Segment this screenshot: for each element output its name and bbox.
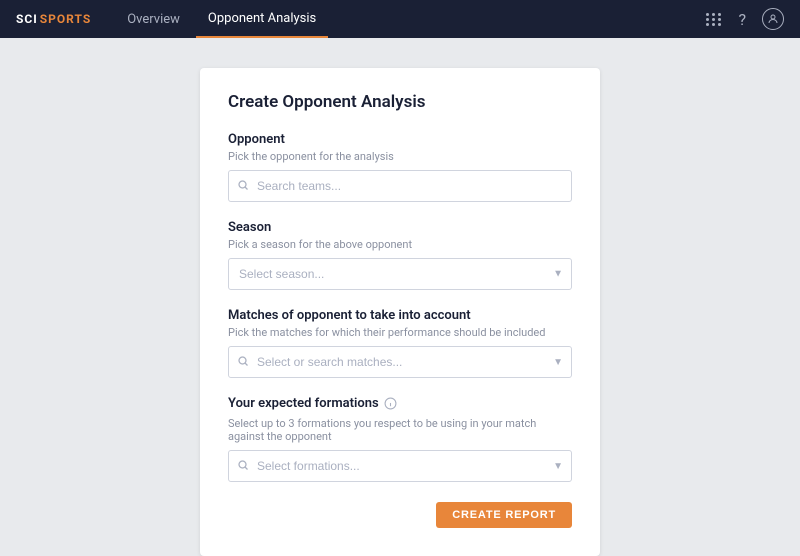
season-section: Season Pick a season for the above oppon… — [228, 220, 572, 290]
opponent-search-input[interactable] — [228, 170, 572, 202]
season-desc: Pick a season for the above opponent — [228, 238, 572, 251]
matches-section: Matches of opponent to take into account… — [228, 308, 572, 378]
grid-icon[interactable] — [706, 13, 722, 26]
nav-item-overview[interactable]: Overview — [115, 0, 192, 38]
opponent-input-wrapper — [228, 170, 572, 202]
matches-search-input[interactable] — [228, 346, 572, 378]
nav-items: Overview Opponent Analysis — [115, 0, 328, 38]
matches-input-wrapper: ▼ — [228, 346, 572, 378]
season-select[interactable]: Select season... — [228, 258, 572, 290]
formations-label: Your expected formations — [228, 396, 379, 411]
formations-label-row: Your expected formations — [228, 396, 572, 414]
season-label: Season — [228, 220, 572, 235]
formations-desc: Select up to 3 formations you respect to… — [228, 417, 572, 443]
brand-sci: SCI — [16, 12, 38, 26]
nav-item-opponent-analysis[interactable]: Opponent Analysis — [196, 0, 328, 38]
user-icon[interactable] — [762, 8, 784, 30]
opponent-label: Opponent — [228, 132, 572, 147]
matches-label: Matches of opponent to take into account — [228, 308, 572, 323]
matches-desc: Pick the matches for which their perform… — [228, 326, 572, 339]
main-content: Create Opponent Analysis Opponent Pick t… — [0, 38, 800, 523]
formations-section: Your expected formations Select up to 3 … — [228, 396, 572, 482]
card-title: Create Opponent Analysis — [228, 92, 572, 112]
formations-info-icon[interactable] — [384, 397, 397, 414]
brand-logo: SCI SPORTS — [16, 12, 91, 26]
season-select-wrapper: Select season... ▼ — [228, 258, 572, 290]
formations-search-input[interactable] — [228, 450, 572, 482]
create-form-card: Create Opponent Analysis Opponent Pick t… — [200, 68, 600, 556]
navbar-right: ? — [706, 8, 784, 30]
navbar: SCI SPORTS Overview Opponent Analysis ? — [0, 0, 800, 38]
brand-sports: SPORTS — [40, 12, 91, 26]
opponent-desc: Pick the opponent for the analysis — [228, 150, 572, 163]
create-report-button[interactable]: CREATE REPORT — [436, 502, 572, 528]
opponent-section: Opponent Pick the opponent for the analy… — [228, 132, 572, 202]
formations-input-wrapper: ▼ — [228, 450, 572, 482]
help-icon[interactable]: ? — [738, 10, 746, 29]
